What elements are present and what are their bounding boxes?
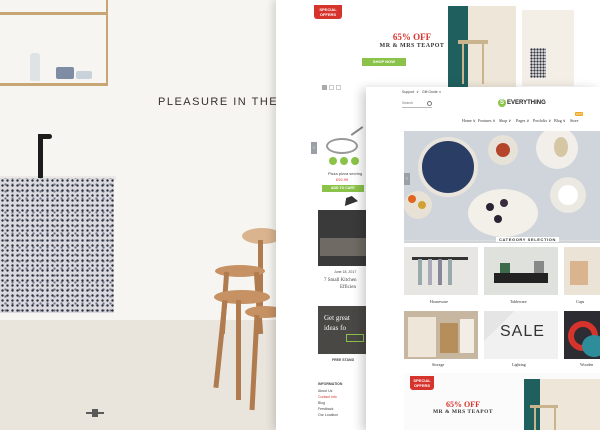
logo-icon[interactable]: S	[498, 99, 506, 107]
photo-table-leg	[554, 408, 556, 430]
category-houseware-label[interactable]: Houseware	[430, 299, 448, 304]
free-shipping-label: FREE STAND	[332, 358, 355, 362]
olive-plate	[468, 189, 538, 237]
olive	[486, 203, 494, 211]
brand-mark-icon	[86, 408, 104, 418]
small-bowl	[76, 71, 92, 79]
footer-link[interactable]: Feedback	[318, 407, 333, 411]
product-price: £92.99	[336, 177, 349, 182]
pear	[554, 137, 568, 157]
compare-icon[interactable]	[351, 157, 359, 165]
nav-blog[interactable]: Blog ∨	[554, 118, 566, 123]
newsletter-line2: ideas fo	[324, 324, 346, 332]
category-tableware-image[interactable]	[484, 247, 558, 295]
blog-title[interactable]: 7 Small Kitchen	[324, 278, 357, 283]
search-placeholder: Search	[402, 101, 414, 105]
product-prev-arrow[interactable]: ‹	[311, 142, 317, 154]
tap	[38, 134, 43, 178]
footer-link[interactable]: About Us	[318, 389, 332, 393]
blog-title-cont[interactable]: Efficien	[340, 285, 356, 290]
gift-guide-menu[interactable]: Gift Guide ∨	[422, 90, 441, 94]
category-cups-image[interactable]	[564, 247, 600, 295]
glass-bottle	[30, 53, 40, 81]
promo-subline: MR & MRS TEAPOT	[432, 409, 494, 415]
promo-headline: 65% OFF	[392, 32, 432, 42]
category-cups-label[interactable]: Cups	[576, 299, 584, 304]
category-heading: CATEGORY SELECTION	[496, 237, 559, 242]
footer-heading: INFORMATION	[318, 382, 343, 386]
search-input[interactable]: Search	[402, 101, 432, 108]
terrazzo-counter	[0, 178, 114, 313]
photo-table-leg	[462, 44, 464, 84]
photo-table-leg	[534, 408, 536, 430]
category-tableware-label[interactable]: Tableware	[510, 299, 527, 304]
category-lighting-label[interactable]: Lighting	[512, 362, 526, 367]
hero-dishes-image[interactable]	[404, 131, 600, 243]
blog-image-shelf	[320, 238, 366, 256]
category-houseware-image[interactable]	[404, 247, 478, 295]
fruit	[418, 201, 426, 209]
paprika	[496, 143, 510, 157]
tap-spout	[38, 134, 52, 139]
nav-portfolio[interactable]: Portfolio ∨	[533, 118, 551, 123]
floor	[0, 320, 285, 430]
footer-link[interactable]: Contact Info	[318, 395, 337, 399]
carousel-dot[interactable]	[336, 85, 341, 90]
nav-store[interactable]: Store	[570, 118, 578, 123]
nav-hot-badge: HOT	[575, 112, 584, 116]
upper-shelf	[0, 12, 108, 15]
nav-home[interactable]: Home ∨	[462, 118, 476, 123]
quickview-icon[interactable]	[340, 157, 348, 165]
shop-now-button[interactable]: SHOP NOW	[362, 58, 406, 66]
stool-leg	[236, 300, 241, 400]
special-offers-badge: SPECIAL OFFERS	[314, 5, 342, 19]
blue-bowl	[418, 137, 478, 197]
olive	[500, 199, 508, 207]
search-icon[interactable]	[427, 101, 432, 106]
special-offers-badge: SPECIAL OFFERS	[410, 376, 434, 390]
shelf-bracket	[106, 0, 108, 86]
nav-features[interactable]: Features ∨	[478, 118, 495, 123]
blog-date: June 18, 2017	[334, 270, 357, 274]
olive	[494, 215, 502, 223]
footer-link[interactable]: Our Location	[318, 413, 338, 417]
subscribe-button[interactable]	[346, 334, 364, 342]
photo-stool	[530, 48, 546, 78]
stacked-bowls	[56, 67, 74, 79]
nav-pages[interactable]: Pages ∨	[516, 118, 529, 123]
category-lighting-image[interactable]: SALE	[484, 311, 558, 359]
promo-headline: 65% OFF	[446, 400, 480, 409]
promo-photo-wall	[468, 6, 516, 88]
lower-shelf	[0, 83, 108, 86]
newsletter-line1: Get great	[324, 314, 350, 322]
wishlist-icon[interactable]	[329, 157, 337, 165]
product-name[interactable]: Pizza pizza serving	[328, 171, 362, 176]
salt	[558, 185, 578, 205]
support-menu[interactable]: Support ∨	[402, 90, 419, 94]
category-storage-image[interactable]	[404, 311, 478, 359]
footer-link[interactable]: Blog	[318, 401, 325, 405]
photo-table-leg	[482, 44, 484, 84]
sale-text: SALE	[500, 323, 545, 340]
hero-prev-arrow[interactable]: ‹	[404, 173, 410, 185]
carousel-dot[interactable]	[329, 85, 334, 90]
nav-shop[interactable]: Shop ∨	[499, 118, 511, 123]
category-storage-label[interactable]: Storage	[432, 362, 444, 367]
fruit	[408, 195, 416, 203]
category-wooden-image[interactable]	[564, 311, 600, 359]
category-wooden-label[interactable]: Wooden	[580, 362, 593, 367]
carousel-dot[interactable]	[322, 85, 327, 90]
logo-text[interactable]: EVERYTHING	[507, 100, 546, 106]
front-page-mockup: Support ∨ Gift Guide ∨ Search S EVERYTHI…	[366, 87, 600, 430]
